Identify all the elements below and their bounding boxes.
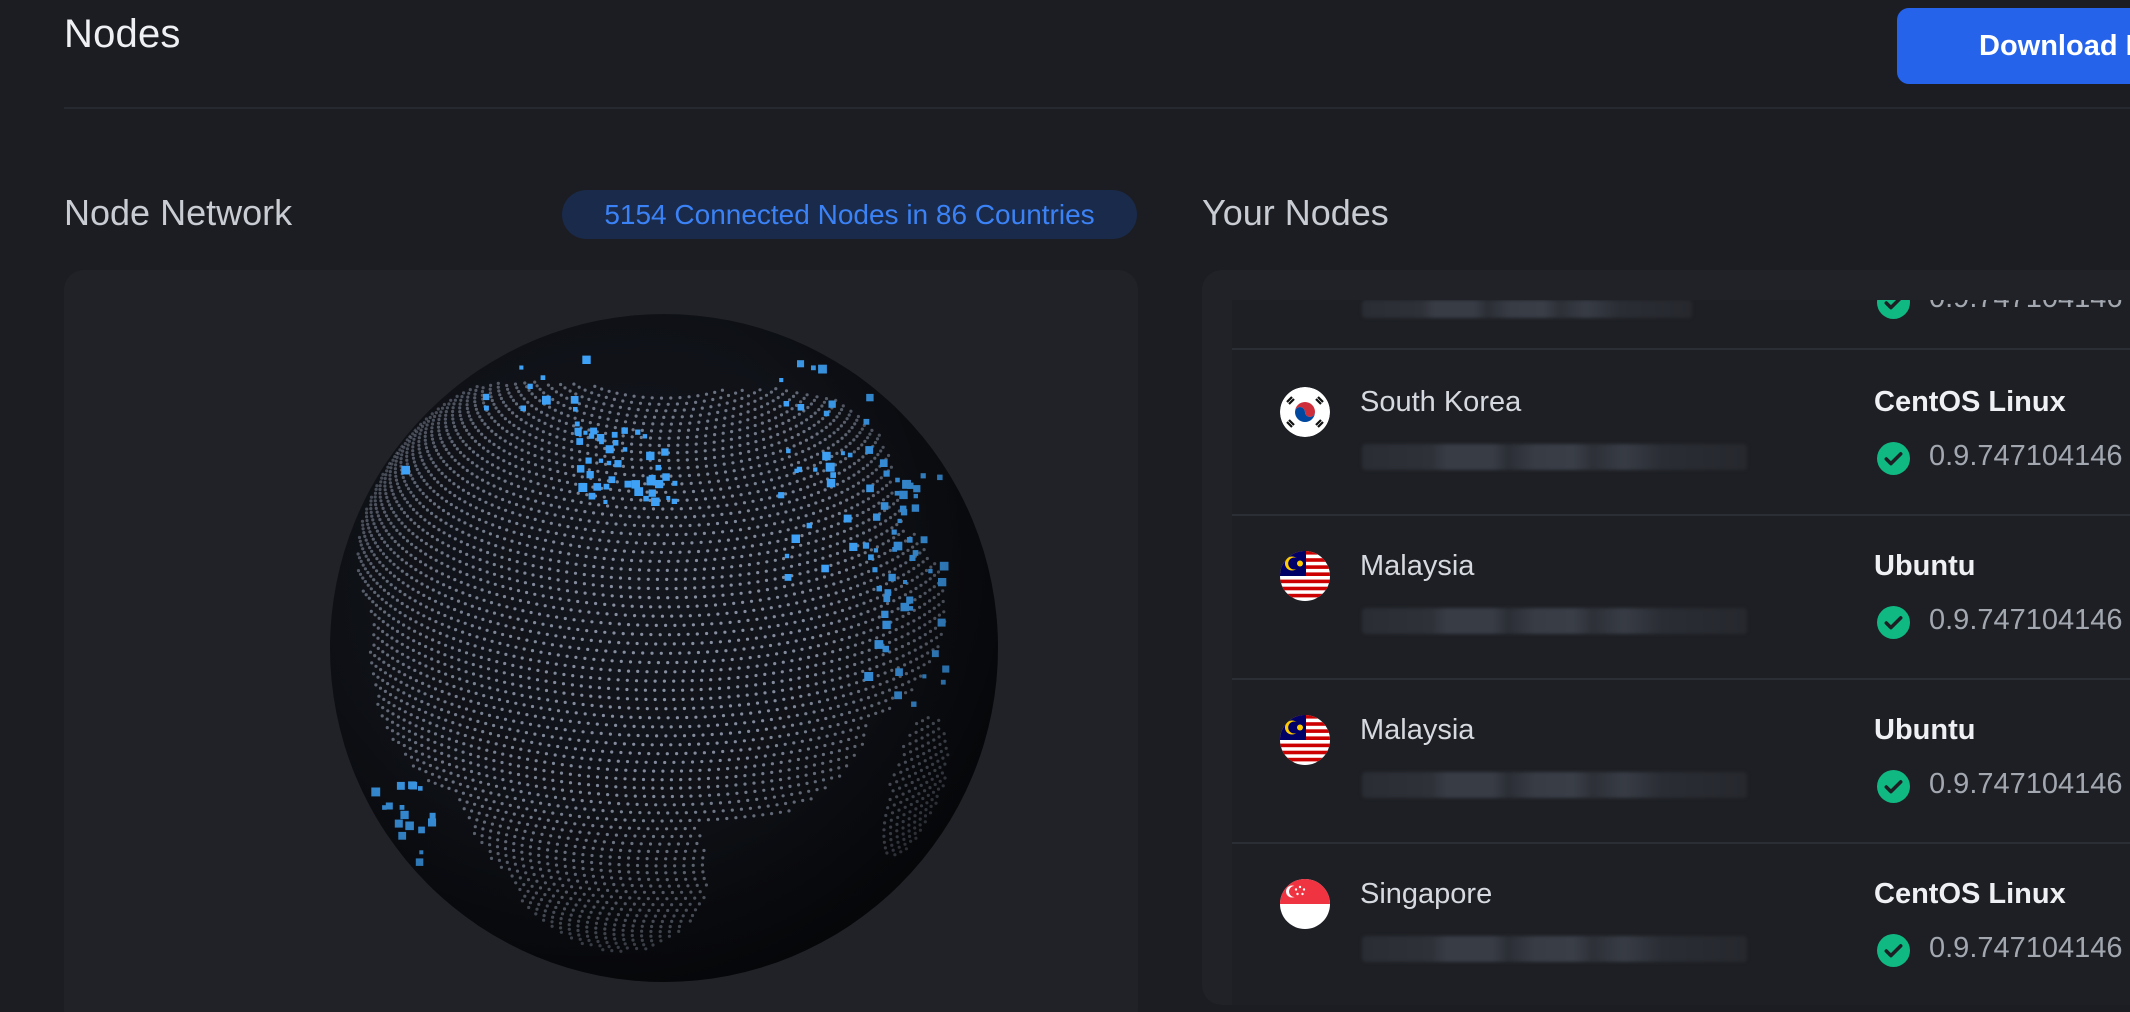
header-divider <box>64 107 2130 109</box>
download-button[interactable]: Download N <box>1897 8 2130 84</box>
node-network-title: Node Network <box>64 192 293 233</box>
status-check-icon <box>1877 770 1910 803</box>
node-version: 0.9.747104146 <box>1929 768 2123 800</box>
node-os: Ubuntu <box>1874 714 1976 746</box>
status-check-icon <box>1877 442 1910 475</box>
node-row[interactable]: Malaysia Ubuntu 0.9.747104146 <box>1232 678 2130 844</box>
node-network-card <box>64 270 1138 1012</box>
status-check-icon <box>1877 300 1910 319</box>
node-row[interactable]: Singapore CentOS Linux 0.9.747104146 <box>1232 842 2130 1005</box>
node-address-redacted <box>1362 608 1747 634</box>
your-nodes-card: 0.9.747104146 <box>1202 270 2130 1005</box>
node-version: 0.9.747104146 <box>1929 604 2123 636</box>
nodes-page: Nodes Download N Node Network 5154 Conne… <box>0 0 2130 1012</box>
node-os: Ubuntu <box>1874 550 1976 582</box>
node-row[interactable]: South Korea CentOS Linux 0.9.747104146 <box>1232 350 2130 516</box>
node-version: 0.9.747104146 <box>1929 932 2123 964</box>
node-address-redacted <box>1362 444 1747 470</box>
node-os: CentOS Linux <box>1874 386 2066 418</box>
node-os: CentOS Linux <box>1874 878 2066 910</box>
network-globe[interactable] <box>64 270 1138 1012</box>
nodes-list[interactable]: 0.9.747104146 <box>1232 300 2130 1005</box>
kr-flag-icon <box>1280 387 1330 437</box>
globe-shading <box>330 314 998 982</box>
status-check-icon <box>1877 606 1910 639</box>
node-country: Malaysia <box>1360 714 1475 746</box>
sg-flag-icon <box>1280 879 1330 929</box>
node-country: South Korea <box>1360 386 1522 418</box>
connected-nodes-badge: 5154 Connected Nodes in 86 Countries <box>562 190 1137 239</box>
node-address-redacted <box>1362 936 1747 962</box>
node-version: 0.9.747104146 <box>1929 440 2123 472</box>
node-address-redacted <box>1362 772 1747 798</box>
node-row[interactable]: 0.9.747104146 <box>1232 300 2130 350</box>
your-nodes-title: Your Nodes <box>1202 192 1389 233</box>
my-flag-icon <box>1280 551 1330 601</box>
node-version: 0.9.747104146 <box>1929 300 2123 315</box>
status-check-icon <box>1877 934 1910 967</box>
page-title: Nodes <box>64 12 181 56</box>
node-row[interactable]: Malaysia Ubuntu 0.9.747104146 <box>1232 514 2130 680</box>
node-country: Malaysia <box>1360 550 1475 582</box>
node-country: Singapore <box>1360 878 1493 910</box>
my-flag-icon <box>1280 715 1330 765</box>
node-address-redacted <box>1362 300 1692 318</box>
